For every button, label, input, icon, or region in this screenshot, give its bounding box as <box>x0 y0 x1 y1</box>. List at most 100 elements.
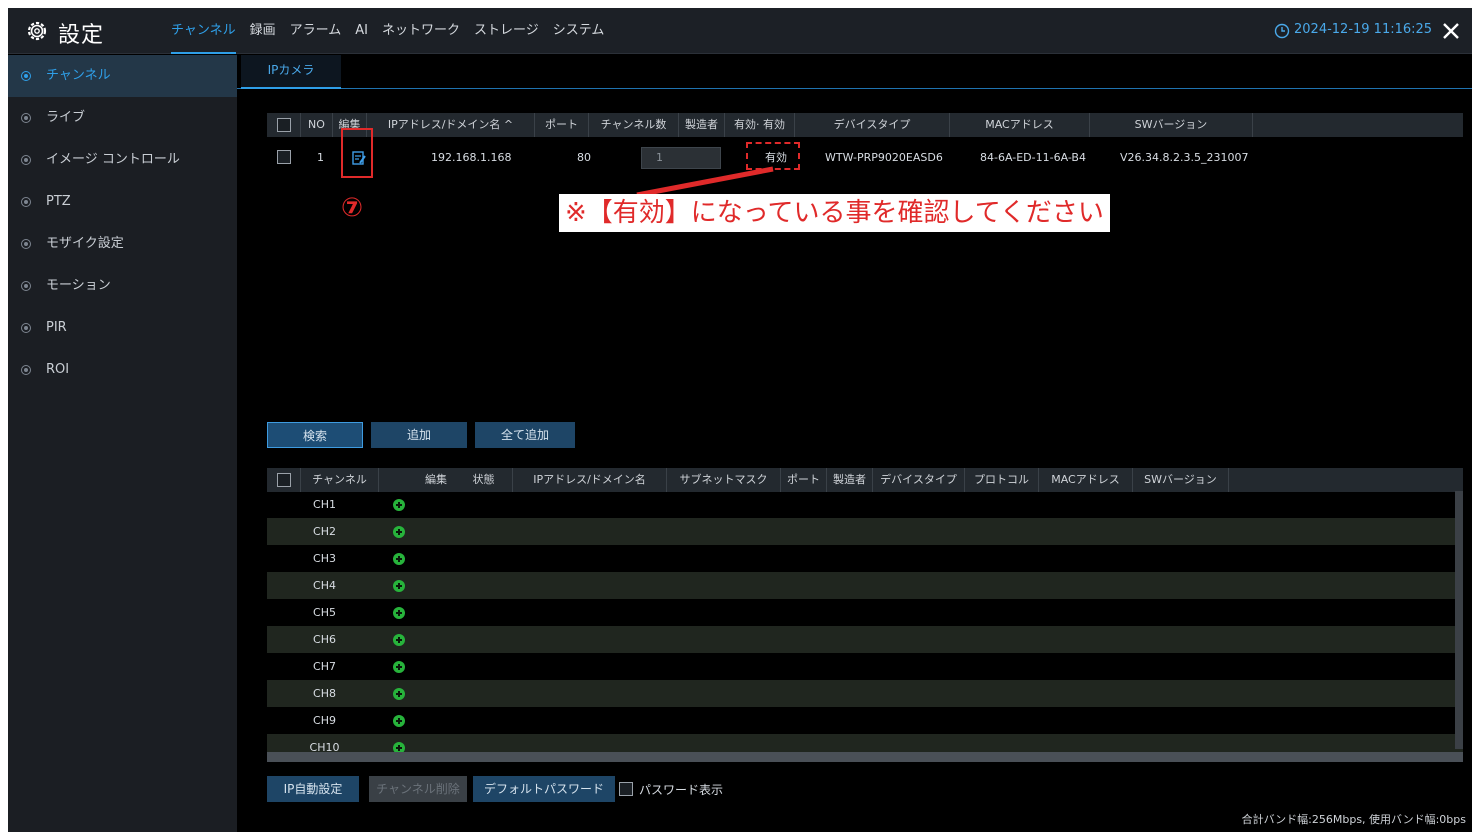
sidebar-item-mosaic[interactable]: モザイク設定 <box>8 223 237 265</box>
list-item[interactable]: CH6 <box>267 626 1463 653</box>
tab-alarm[interactable]: アラーム <box>290 8 342 54</box>
col-maker: 製造者 <box>679 113 725 137</box>
top-bar: 設定 チャンネル 録画 アラーム AI ネットワーク ストレージ システム 20… <box>8 8 1472 54</box>
delete-channel-button[interactable]: チャンネル削除 <box>369 776 467 802</box>
sidebar-item-pir[interactable]: PIR <box>8 307 237 349</box>
vertical-scrollbar[interactable] <box>1455 491 1463 749</box>
datetime: 2024-12-19 11:16:25 <box>1294 22 1433 37</box>
col-address: IPアドレス/ドメイン名 <box>513 468 667 492</box>
tab-record[interactable]: 録画 <box>250 8 276 54</box>
tab-ip-camera[interactable]: IPカメラ <box>241 55 341 89</box>
add-channel-icon[interactable] <box>393 688 405 700</box>
select-all-checkbox[interactable] <box>276 118 291 132</box>
add-channel-icon[interactable] <box>393 553 405 565</box>
tab-system[interactable]: システム <box>553 8 605 54</box>
bullet-icon <box>21 323 31 333</box>
col-subnet: サブネットマスク <box>667 468 781 492</box>
add-channel-icon[interactable] <box>393 580 405 592</box>
col-channel: チャンネル <box>301 468 379 492</box>
channel-label: CH3 <box>313 552 336 565</box>
add-all-button[interactable]: 全て追加 <box>475 422 575 448</box>
col-valid: 有効· 有効 <box>725 113 795 137</box>
select-all-checkbox[interactable] <box>276 473 291 487</box>
select-all-cell <box>267 468 301 492</box>
col-device-type: デバイスタイプ <box>873 468 965 492</box>
tab-ai[interactable]: AI <box>355 8 368 54</box>
row-mac: 84-6A-ED-11-6A-B4 <box>980 151 1086 164</box>
tab-channel[interactable]: チャンネル <box>171 8 236 54</box>
edit-highlight-box <box>341 128 373 178</box>
bullet-icon <box>21 365 31 375</box>
sidebar-item-ptz[interactable]: PTZ <box>8 181 237 223</box>
col-address[interactable]: IPアドレス/ドメイン名 ^ <box>367 113 535 137</box>
main-panel: IPカメラ NO 編集 IPアドレス/ドメイン名 ^ ポート チャンネル数 製造… <box>237 55 1472 832</box>
subtab-bar: IPカメラ <box>237 55 1472 89</box>
list-item[interactable]: CH4 <box>267 572 1463 599</box>
bullet-icon <box>21 155 31 165</box>
list-item[interactable]: CH7 <box>267 653 1463 680</box>
show-password-checkbox[interactable] <box>619 782 633 796</box>
col-sw: SWバージョン <box>1133 468 1229 492</box>
sidebar-item-roi[interactable]: ROI <box>8 349 237 391</box>
step-number: ⑦ <box>341 193 364 223</box>
sidebar-item-live[interactable]: ライブ <box>8 97 237 139</box>
clock-icon <box>1274 23 1290 39</box>
add-button[interactable]: 追加 <box>371 422 467 448</box>
tab-network[interactable]: ネットワーク <box>382 8 460 54</box>
channel-label: CH1 <box>313 498 336 511</box>
list-item[interactable]: CH1 <box>267 491 1463 518</box>
search-table-header: チャンネル 編集 状態 IPアドレス/ドメイン名 サブネットマスク ポート 製造… <box>267 468 1463 492</box>
col-device-type: デバイスタイプ <box>795 113 950 137</box>
horizontal-scrollbar[interactable] <box>267 752 1463 762</box>
sidebar-item-image-control[interactable]: イメージ コントロール <box>8 139 237 181</box>
col-port: ポート <box>535 113 589 137</box>
annotation-note: ※【有効】になっている事を確認してください <box>559 194 1110 232</box>
settings-window: 設定 チャンネル 録画 アラーム AI ネットワーク ストレージ システム 20… <box>8 8 1472 832</box>
channel-count-input[interactable]: 1 <box>641 147 721 169</box>
add-channel-icon[interactable] <box>393 499 405 511</box>
bandwidth-status: 合計バンド幅:256Mbps, 使用バンド幅:0bps <box>1241 813 1466 826</box>
row-checkbox[interactable] <box>277 150 291 164</box>
added-table-header: NO 編集 IPアドレス/ドメイン名 ^ ポート チャンネル数 製造者 有効· … <box>267 113 1463 137</box>
default-password-button[interactable]: デフォルトパスワード <box>473 776 615 802</box>
add-channel-icon[interactable] <box>393 607 405 619</box>
add-channel-icon[interactable] <box>393 526 405 538</box>
row-sw: V26.34.8.2.3.5_231007 <box>1120 151 1249 164</box>
col-mac: MACアドレス <box>950 113 1090 137</box>
channel-label: CH4 <box>313 579 336 592</box>
list-item[interactable]: CH8 <box>267 680 1463 707</box>
row-address: 192.168.1.168 <box>431 151 512 164</box>
gear-icon <box>27 21 47 41</box>
close-icon[interactable] <box>1438 18 1464 44</box>
sidebar-item-label: ライブ <box>46 110 86 125</box>
sidebar-item-label: PTZ <box>46 194 71 209</box>
channel-label: CH9 <box>313 714 336 727</box>
bullet-icon <box>21 113 31 123</box>
table-row[interactable]: 1 192.168.1.168 80 1 有効 WTW-PRP9020EASD6… <box>267 147 1463 169</box>
col-edit: 編集 <box>425 473 447 486</box>
main-tabs: チャンネル 録画 アラーム AI ネットワーク ストレージ システム <box>171 8 618 54</box>
sidebar: チャンネル ライブ イメージ コントロール PTZ モザイク設定 モーション P… <box>8 55 237 832</box>
col-mac: MACアドレス <box>1039 468 1133 492</box>
bullet-icon <box>21 281 31 291</box>
add-channel-icon[interactable] <box>393 634 405 646</box>
bullet-icon <box>21 197 31 207</box>
tab-storage[interactable]: ストレージ <box>474 8 539 54</box>
search-results-list: CH1 CH2 CH3 CH4 CH5 CH6 CH7 CH8 CH9 CH10 <box>267 491 1463 771</box>
valid-highlight-box <box>746 142 800 170</box>
sidebar-item-label: モーション <box>46 278 111 293</box>
row-no: 1 <box>317 151 324 164</box>
list-item[interactable]: CH9 <box>267 707 1463 734</box>
list-item[interactable]: CH5 <box>267 599 1463 626</box>
sidebar-item-channel[interactable]: チャンネル <box>8 55 237 97</box>
col-sw: SWバージョン <box>1090 113 1253 137</box>
list-item[interactable]: CH2 <box>267 518 1463 545</box>
add-channel-icon[interactable] <box>393 661 405 673</box>
auto-ip-button[interactable]: IP自動設定 <box>267 776 359 802</box>
sidebar-item-motion[interactable]: モーション <box>8 265 237 307</box>
search-button[interactable]: 検索 <box>267 422 363 448</box>
sidebar-item-label: モザイク設定 <box>46 236 124 251</box>
add-channel-icon[interactable] <box>393 715 405 727</box>
channel-label: CH6 <box>313 633 336 646</box>
list-item[interactable]: CH3 <box>267 545 1463 572</box>
